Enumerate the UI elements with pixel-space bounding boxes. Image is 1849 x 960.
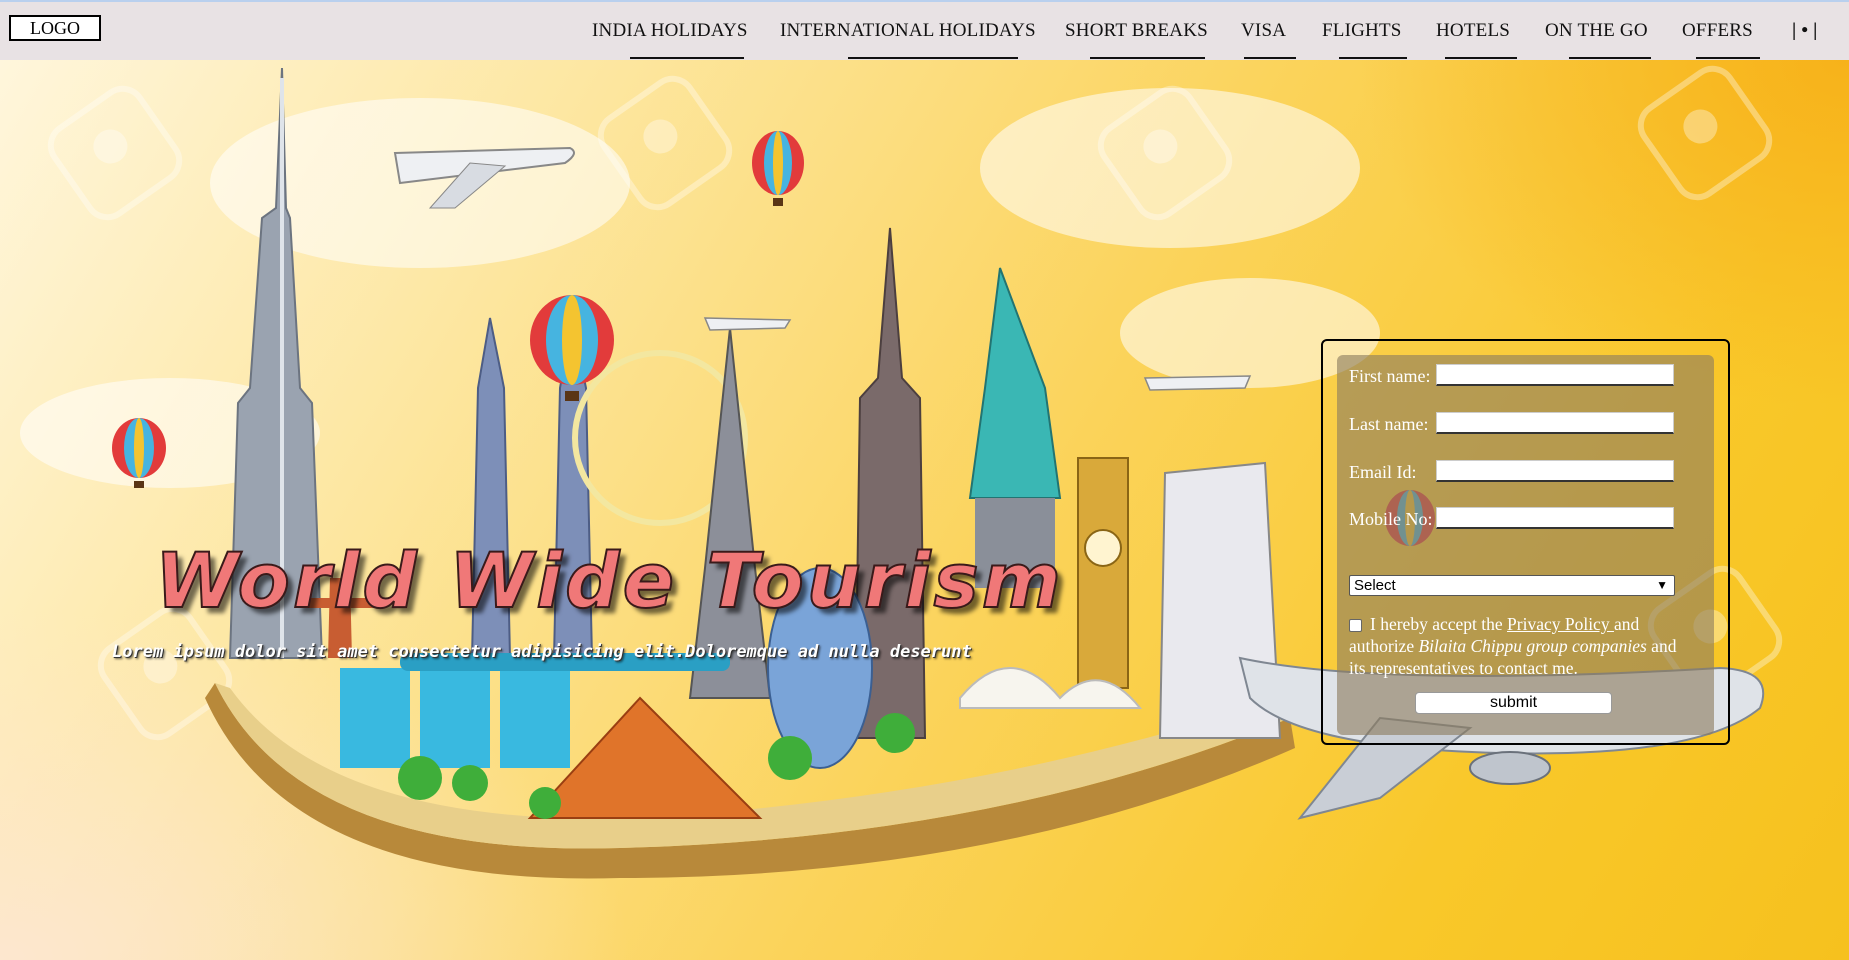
marina-tower — [340, 668, 410, 768]
mobile-field[interactable] — [1436, 507, 1674, 529]
tree — [398, 756, 442, 800]
last-name-label: Last name: — [1349, 414, 1429, 434]
airplane-small — [393, 146, 575, 209]
logo[interactable]: LOGO — [9, 15, 101, 41]
mobile-label: Mobile No: — [1349, 509, 1433, 529]
last-name-field[interactable] — [1436, 412, 1674, 434]
nav-underline — [1339, 57, 1407, 59]
top-navigation-bar: LOGO INDIA HOLIDAYS INTERNATIONAL HOLIDA… — [0, 0, 1849, 60]
submit-button[interactable]: submit — [1415, 692, 1612, 714]
nav-underline — [630, 57, 744, 59]
nav-extra-icon[interactable]: | • | — [1792, 20, 1818, 42]
nav-underline — [1244, 57, 1296, 59]
nav-hotels[interactable]: HOTELS — [1436, 20, 1510, 42]
hot-air-balloon — [112, 418, 166, 488]
nav-international-holidays[interactable]: INTERNATIONAL HOLIDAYS — [780, 20, 1036, 42]
nav-underline — [1445, 57, 1517, 59]
nav-underline — [1569, 57, 1651, 59]
first-name-label: First name: — [1349, 366, 1431, 386]
enquiry-form: First name: Last name: Email Id: Mobile … — [1337, 355, 1714, 735]
company-name: Bilaita Chippu group companies — [1418, 636, 1647, 656]
consent-text: I hereby accept the Privacy Policy and a… — [1349, 613, 1689, 679]
chevron-down-icon: ▼ — [1656, 578, 1668, 592]
email-label: Email Id: — [1349, 462, 1417, 482]
nav-short-breaks[interactable]: SHORT BREAKS — [1065, 20, 1208, 42]
nav-india-holidays[interactable]: INDIA HOLIDAYS — [592, 20, 748, 42]
consent-prefix: I hereby accept the — [1370, 614, 1508, 634]
package-select[interactable]: Select ▼ — [1349, 575, 1675, 596]
hero-title: World Wide Tourism — [154, 535, 1064, 626]
nav-underline — [848, 57, 1018, 59]
email-field[interactable] — [1436, 460, 1674, 482]
hot-air-balloon — [752, 131, 804, 206]
first-name-field[interactable] — [1436, 364, 1674, 386]
airplane-tiny — [1143, 375, 1252, 391]
nav-on-the-go[interactable]: ON THE GO — [1545, 20, 1648, 42]
select-value: Select — [1354, 577, 1396, 594]
airplane-tiny — [703, 317, 792, 331]
nav-offers[interactable]: OFFERS — [1682, 20, 1753, 42]
privacy-policy-link[interactable]: Privacy Policy — [1507, 614, 1614, 634]
statue-of-liberty — [968, 267, 1062, 499]
nav-underline — [1696, 57, 1760, 59]
nav-visa[interactable]: VISA — [1241, 20, 1286, 42]
hero-subtitle: Lorem ipsum dolor sit amet consectetur a… — [112, 642, 972, 662]
nav-underline — [1090, 57, 1205, 59]
nav-flights[interactable]: FLIGHTS — [1322, 20, 1402, 42]
enquiry-form-frame: First name: Last name: Email Id: Mobile … — [1321, 339, 1730, 745]
